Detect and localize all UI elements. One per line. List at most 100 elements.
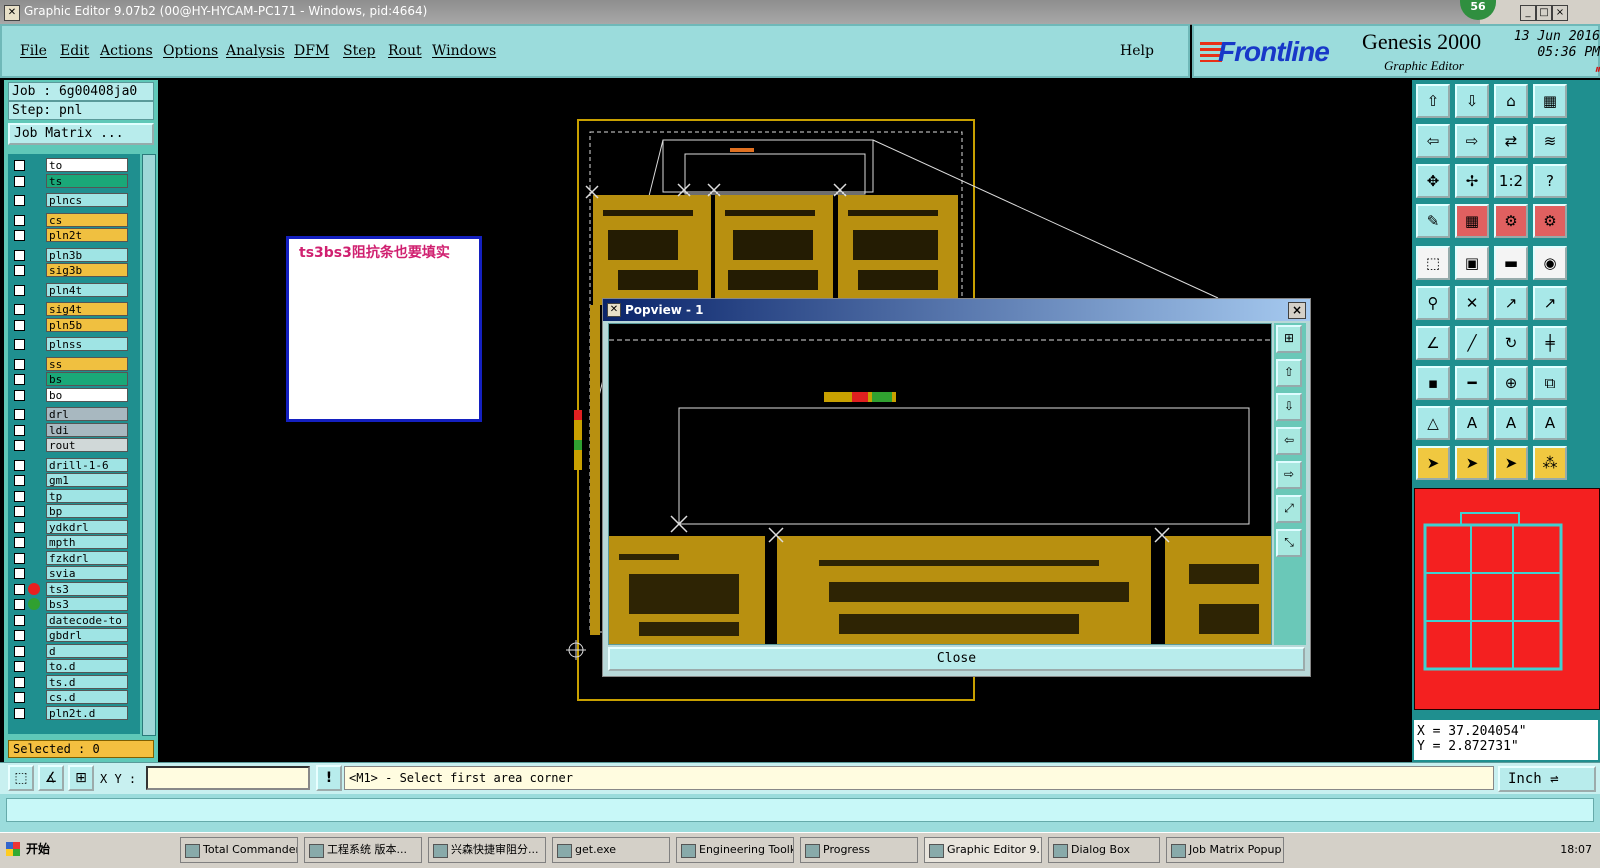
layer-checkbox[interactable]	[14, 409, 25, 420]
popview-pan-up-icon[interactable]: ⇧	[1276, 359, 1302, 387]
layer-name[interactable]: pln5b	[46, 317, 128, 332]
start-button[interactable]: 开始	[2, 837, 72, 863]
layer-name[interactable]: ldi	[46, 422, 128, 437]
grid-tool-icon[interactable]: ⊞	[68, 765, 94, 791]
layer-name[interactable]: drill-1-6	[46, 457, 128, 472]
layer-checkbox[interactable]	[14, 707, 25, 719]
layer-checkbox[interactable]	[14, 459, 25, 471]
task-xingsen[interactable]: 兴森快捷审阻分...	[428, 837, 546, 863]
tool-select-all-icon[interactable]: ⁂	[1533, 446, 1567, 480]
menu-dfm[interactable]: DFM	[294, 43, 329, 59]
layer-row[interactable]: ts3	[10, 581, 138, 597]
layer-row[interactable]: plnss	[10, 337, 138, 352]
layer-row[interactable]: ss	[10, 356, 138, 372]
layer-checkbox[interactable]	[14, 506, 25, 517]
layer-name[interactable]: to.d	[46, 659, 128, 673]
layer-name[interactable]: bp	[46, 504, 128, 518]
tool-pan-right-icon[interactable]: ⇨	[1455, 124, 1489, 158]
layer-name[interactable]: sig4t	[46, 302, 128, 316]
panel-minimap[interactable]	[1414, 488, 1600, 710]
layer-name[interactable]: drl	[46, 407, 128, 421]
tool-fill-icon[interactable]: ▣	[1455, 246, 1489, 280]
layer-row[interactable]: to.d	[10, 659, 138, 674]
tool-text-b-icon[interactable]: A	[1494, 406, 1528, 440]
tool-component-icon[interactable]: ⚙	[1494, 204, 1528, 238]
layer-name[interactable]: bo	[46, 387, 128, 402]
layer-row[interactable]: drl	[10, 407, 138, 422]
layer-checkbox[interactable]	[14, 374, 25, 385]
tool-angle-icon[interactable]: ∠	[1416, 326, 1450, 360]
layer-name[interactable]: pln4t	[46, 282, 128, 297]
layer-row[interactable]: ydkdrl	[10, 519, 138, 535]
layer-checkbox[interactable]	[14, 175, 25, 187]
layer-row[interactable]: pln5b	[10, 317, 138, 333]
menu-help[interactable]: Help	[1120, 43, 1154, 59]
layer-checkbox[interactable]	[14, 230, 25, 241]
popview-zoom-fit-icon[interactable]: ⊞	[1276, 325, 1302, 353]
layer-name[interactable]: ydkdrl	[46, 519, 128, 534]
layer-checkbox[interactable]	[14, 195, 25, 206]
layer-row[interactable]: datecode-to	[10, 612, 138, 628]
minimize-button[interactable]: _	[1520, 5, 1536, 21]
layer-checkbox[interactable]	[14, 440, 25, 451]
task-engineering-toolkit[interactable]: Engineering Toolk...	[676, 837, 794, 863]
pause-icon[interactable]: ⏸	[1504, 61, 1600, 77]
task-dialog-box[interactable]: Dialog Box	[1048, 837, 1160, 863]
tool-text-a-icon[interactable]: A	[1455, 406, 1489, 440]
layer-checkbox[interactable]	[14, 630, 25, 641]
tool-text-c-icon[interactable]: A	[1533, 406, 1567, 440]
tool-help-icon[interactable]: ?	[1533, 164, 1567, 198]
layer-row[interactable]: fzkdrl	[10, 550, 138, 566]
layer-row[interactable]: mpth	[10, 535, 138, 550]
tool-netlist-icon[interactable]: ⚙	[1533, 204, 1567, 238]
task-progress[interactable]: Progress	[800, 837, 918, 863]
tool-select-icon[interactable]: ➤	[1416, 446, 1450, 480]
layer-checkbox[interactable]	[14, 568, 25, 579]
layer-checkbox[interactable]	[14, 284, 25, 296]
tool-copy-icon[interactable]: ↗	[1533, 286, 1567, 320]
tool-swap-icon[interactable]: ⇄	[1494, 124, 1528, 158]
layer-name[interactable]: svia	[46, 566, 128, 580]
layer-row[interactable]: pln2t	[10, 228, 138, 243]
layer-name[interactable]: d	[46, 643, 128, 658]
popview-pan-left-icon[interactable]: ⇦	[1276, 427, 1302, 455]
layer-row[interactable]: cs.d	[10, 690, 138, 705]
tool-drc-icon[interactable]: ✎	[1416, 204, 1450, 238]
menu-analysis[interactable]: Analysis	[226, 43, 285, 59]
app-icon[interactable]: ✕	[4, 5, 20, 21]
tool-zoom-ratio-icon[interactable]: 1:2	[1494, 164, 1528, 198]
layer-name[interactable]: ts3	[46, 581, 128, 596]
layer-checkbox[interactable]	[14, 358, 25, 370]
popview-close-icon[interactable]: ×	[1288, 302, 1306, 319]
layer-checkbox[interactable]	[14, 537, 25, 548]
layer-checkbox[interactable]	[14, 676, 25, 688]
layer-name[interactable]: datecode-to	[46, 612, 128, 627]
layer-name[interactable]: rout	[46, 438, 128, 452]
layer-checkbox[interactable]	[14, 475, 25, 486]
layer-name[interactable]: gbdrl	[46, 628, 128, 642]
tool-align-icon[interactable]: ⊕	[1494, 366, 1528, 400]
popview-close-button[interactable]: Close	[608, 647, 1305, 671]
layer-row[interactable]: sig3b	[10, 263, 138, 278]
layer-name[interactable]: to	[46, 158, 128, 172]
tool-pad-icon[interactable]: ▪	[1416, 366, 1450, 400]
layer-checkbox[interactable]	[14, 692, 25, 703]
menu-file[interactable]: File	[20, 43, 47, 59]
close-window-button[interactable]: ×	[1552, 5, 1568, 21]
layer-row[interactable]: pln2t.d	[10, 705, 138, 721]
layer-name[interactable]: pln3b	[46, 247, 128, 262]
layer-row[interactable]: ldi	[10, 422, 138, 438]
tool-pan-left-icon[interactable]: ⇦	[1416, 124, 1450, 158]
layer-checkbox[interactable]	[14, 583, 25, 595]
layer-name[interactable]: sig3b	[46, 263, 128, 277]
tool-zoom-in-icon[interactable]: ✥	[1416, 164, 1450, 198]
layer-name[interactable]: plncs	[46, 193, 128, 207]
tool-duplicate-icon[interactable]: ⧉	[1533, 366, 1567, 400]
layer-row[interactable]: bs	[10, 372, 138, 387]
layer-name[interactable]: pln2t	[46, 228, 128, 242]
menu-actions[interactable]: Actions	[100, 43, 153, 59]
layer-row[interactable]: drill-1-6	[10, 457, 138, 473]
menu-rout[interactable]: Rout	[388, 43, 422, 59]
layer-checkbox[interactable]	[14, 599, 25, 610]
task-get-exe[interactable]: get.exe	[552, 837, 670, 863]
